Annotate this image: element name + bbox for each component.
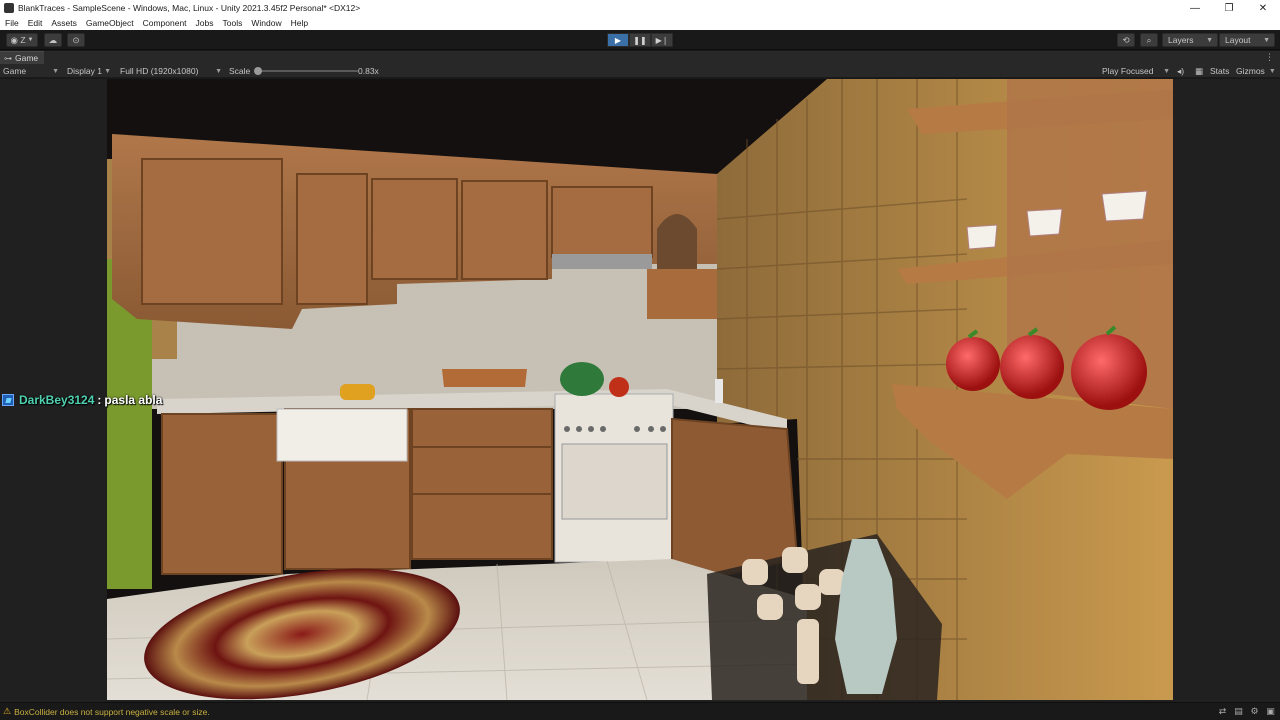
view-select-label: Game xyxy=(3,66,27,76)
menu-help[interactable]: Help xyxy=(291,18,308,28)
play-mode-dropdown[interactable]: Play Focused ▼ xyxy=(1102,64,1170,78)
chevron-down-icon: ▼ xyxy=(1206,36,1213,44)
grid-icon: ▦ xyxy=(1195,65,1204,76)
account-icon: ◉ xyxy=(10,34,21,45)
layout-label: Layout xyxy=(1225,35,1251,45)
resolution-dropdown[interactable]: Full HD (1920x1080) ▼ xyxy=(120,64,222,78)
menu-file[interactable]: File xyxy=(5,18,19,28)
menu-tools[interactable]: Tools xyxy=(223,18,243,28)
pause-button[interactable]: ❚❚ xyxy=(629,33,651,47)
account-button[interactable]: ◉ Z ▼ xyxy=(6,33,38,47)
maximize-button[interactable]: ❐ xyxy=(1212,0,1246,16)
gamepad-icon: ⊶ xyxy=(4,53,12,63)
status-message[interactable]: BoxCollider does not support negative sc… xyxy=(14,707,210,717)
collab-button[interactable]: ⊙ xyxy=(67,33,85,47)
network-icon[interactable]: ⇄ xyxy=(1217,706,1228,717)
chat-separator: : xyxy=(97,393,102,407)
menu-edit[interactable]: Edit xyxy=(28,18,43,28)
kitchen-scene-render xyxy=(107,79,1173,700)
menu-component[interactable]: Component xyxy=(143,18,187,28)
play-button[interactable]: ▶ xyxy=(607,33,629,47)
display-label: Display 1 xyxy=(67,66,102,76)
menu-window[interactable]: Window xyxy=(251,18,281,28)
account-label: Z xyxy=(20,35,26,45)
game-view-controls: Game ▼ Display 1 ▼ Full HD (1920x1080) ▼… xyxy=(0,64,1280,78)
play-mode-label: Play Focused xyxy=(1102,66,1154,76)
chat-overlay: DarkBey3124 : pasla abla xyxy=(2,393,162,407)
history-button[interactable]: ⟲ xyxy=(1117,33,1135,47)
search-button[interactable]: ⌕ xyxy=(1140,33,1158,47)
menu-assets[interactable]: Assets xyxy=(51,18,77,28)
chevron-down-icon: ▼ xyxy=(1263,36,1270,44)
scale-slider-track[interactable] xyxy=(258,70,358,72)
collab-icon: ⊙ xyxy=(72,34,80,45)
chat-username: DarkBey3124 xyxy=(19,393,95,407)
tab-game[interactable]: ⊶ Game xyxy=(0,51,45,64)
layers-label: Layers xyxy=(1168,35,1194,45)
cloud-icon: ☁ xyxy=(48,34,58,45)
notification-icon[interactable]: ▣ xyxy=(1265,706,1276,717)
game-view[interactable] xyxy=(107,79,1173,700)
twitch-badge-icon xyxy=(2,394,14,406)
main-toolbar: ◉ Z ▼ ☁ ⊙ ▶ ❚❚ ▶❘ ⟲ ⌕ Layers ▼ Layout ▼ xyxy=(0,30,1280,50)
console-status-bar[interactable]: ⚠ BoxCollider does not support negative … xyxy=(0,702,1280,720)
chevron-down-icon: ▼ xyxy=(215,67,222,75)
unity-logo-icon xyxy=(4,3,14,13)
menu-jobs[interactable]: Jobs xyxy=(196,18,214,28)
chevron-down-icon: ▼ xyxy=(104,67,111,75)
resolution-label: Full HD (1920x1080) xyxy=(120,66,199,76)
step-icon: ▶❘ xyxy=(655,35,669,45)
status-icons: ⇄ ▤ ⚙ ▣ xyxy=(1217,706,1276,717)
view-select-dropdown[interactable]: Game ▼ xyxy=(3,64,59,78)
pause-icon: ❚❚ xyxy=(633,35,647,45)
shortcuts-button[interactable]: ▦ xyxy=(1195,64,1203,78)
speaker-icon: ◂) xyxy=(1177,65,1185,76)
chevron-down-icon: ▼ xyxy=(52,67,59,75)
minimize-button[interactable]: — xyxy=(1178,0,1212,16)
progress-icon[interactable]: ▤ xyxy=(1233,706,1244,717)
debug-icon[interactable]: ⚙ xyxy=(1249,706,1260,717)
game-tab-bar: ⊶ Game ⋮ xyxy=(0,51,1280,64)
window-titlebar: BlankTraces - SampleScene - Windows, Mac… xyxy=(0,0,1280,16)
play-controls: ▶ ❚❚ ▶❘ xyxy=(607,33,673,47)
menu-gameobject[interactable]: GameObject xyxy=(86,18,134,28)
warning-icon: ⚠ xyxy=(3,706,12,716)
close-button[interactable]: ✕ xyxy=(1246,0,1280,16)
display-dropdown[interactable]: Display 1 ▼ xyxy=(67,64,111,78)
gizmos-label: Gizmos xyxy=(1236,66,1265,76)
chevron-down-icon: ▼ xyxy=(1268,67,1276,75)
chevron-down-icon: ▼ xyxy=(27,37,34,43)
stats-button[interactable]: Stats xyxy=(1210,64,1229,78)
cloud-button[interactable]: ☁ xyxy=(44,33,62,47)
chat-message: pasla abla xyxy=(104,393,163,407)
window-title: BlankTraces - SampleScene - Windows, Mac… xyxy=(18,3,361,13)
step-button[interactable]: ▶❘ xyxy=(651,33,673,47)
layout-dropdown[interactable]: Layout ▼ xyxy=(1219,33,1275,47)
search-icon: ⌕ xyxy=(1146,34,1152,45)
menu-bar: File Edit Assets GameObject Component Jo… xyxy=(0,16,1280,30)
mute-audio-button[interactable]: ◂) xyxy=(1177,64,1184,78)
gizmos-dropdown[interactable]: Gizmos ▼ xyxy=(1236,64,1276,78)
scale-value: 0.83x xyxy=(358,66,379,76)
tab-game-label: Game xyxy=(15,53,39,63)
play-icon: ▶ xyxy=(614,35,622,45)
history-icon: ⟲ xyxy=(1122,34,1130,45)
tab-menu-icon[interactable]: ⋮ xyxy=(1265,52,1274,63)
scale-slider-handle[interactable] xyxy=(254,67,262,75)
scale-label: Scale xyxy=(229,66,251,76)
chevron-down-icon: ▼ xyxy=(1163,67,1170,75)
layers-dropdown[interactable]: Layers ▼ xyxy=(1162,33,1218,47)
